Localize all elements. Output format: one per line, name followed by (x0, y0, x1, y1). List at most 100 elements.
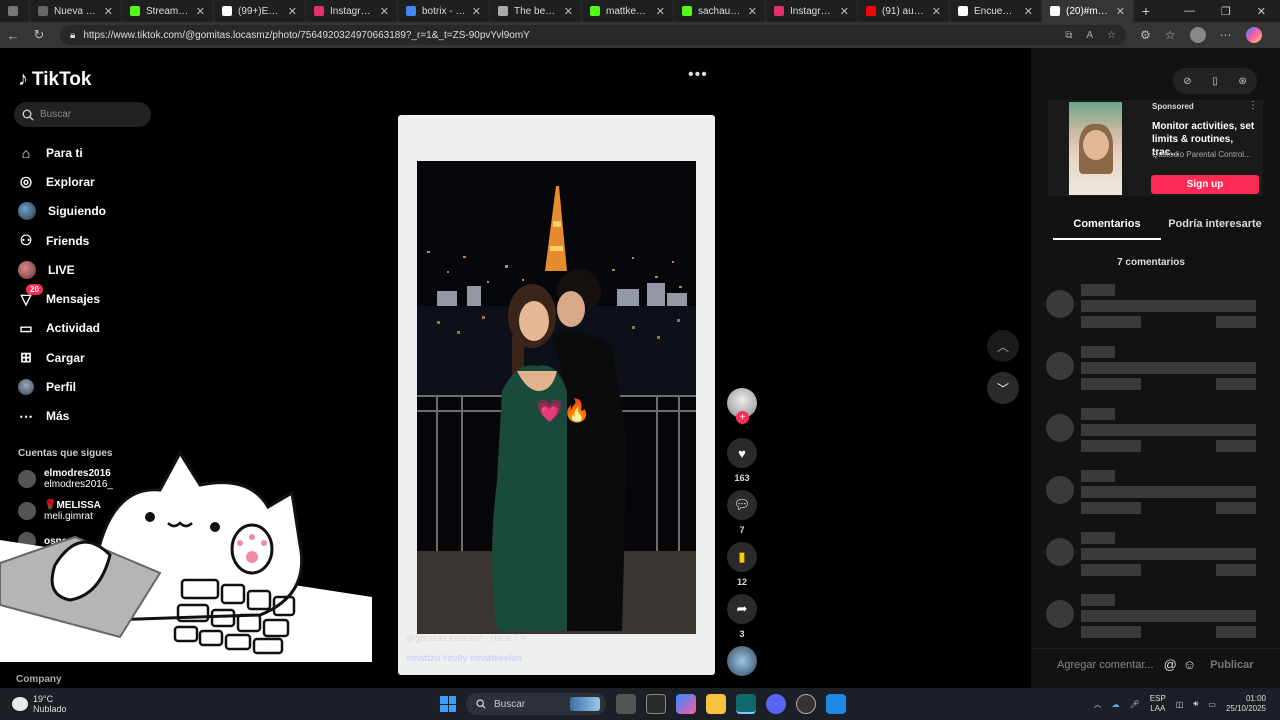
tab-podria-interesarte[interactable]: Podría interesarte (1161, 218, 1269, 240)
menu-icon[interactable]: ⋯ (1220, 28, 1232, 42)
tab-label: Instagram (330, 5, 374, 17)
like-button[interactable]: ♥ 163 (726, 438, 758, 483)
tiktok-logo[interactable]: ♪ TikTok (18, 68, 91, 91)
cloud-sync-icon[interactable]: ☁ (1112, 700, 1120, 709)
read-aloud-icon[interactable]: A (1086, 30, 1093, 41)
publish-button[interactable]: Publicar (1210, 659, 1253, 671)
sidebar-item-siguiendo[interactable]: Siguiendo (18, 197, 106, 226)
favorites-icon[interactable]: ☆ (1165, 28, 1176, 42)
discord-icon[interactable] (766, 694, 786, 714)
favorite-star-icon[interactable]: ☆ (1107, 30, 1116, 41)
post-hashtags[interactable]: #mattzu #zully #mattkeelan (406, 653, 522, 663)
scroll-down-button[interactable]: ﹀ (987, 372, 1019, 404)
emoji-icon[interactable]: ☺ (1183, 657, 1196, 672)
close-icon[interactable]: ✕ (932, 5, 941, 18)
close-icon[interactable]: ✕ (564, 5, 573, 18)
language-indicator[interactable]: ESP LAA (1150, 694, 1166, 714)
extensions-icon[interactable]: ⚙ (1140, 28, 1151, 42)
profile-avatar[interactable] (1189, 27, 1206, 43)
follow-plus-icon[interactable]: + (736, 411, 749, 424)
mention-icon[interactable]: @ (1164, 657, 1177, 672)
windows-start-icon[interactable] (440, 696, 456, 712)
copilot-icon[interactable] (1245, 27, 1262, 43)
sidebar-item-explorar[interactable]: ◎ Explorar (18, 167, 106, 196)
close-icon[interactable]: ✕ (748, 5, 757, 18)
tab-8[interactable]: sachauzumaki... ✕ (674, 0, 766, 22)
tab-3[interactable]: (99+)Encuentr... ✕ (214, 0, 306, 22)
close-icon[interactable]: ✕ (472, 5, 481, 18)
new-tab-button[interactable]: + (1134, 3, 1158, 19)
tab-6[interactable]: The best Chat... ✕ (490, 0, 582, 22)
comment-button[interactable]: 💬︎ 7 (726, 490, 758, 535)
copilot-app-icon[interactable] (676, 694, 696, 714)
sidebar-item-live[interactable]: LIVE (18, 255, 106, 284)
tab-4[interactable]: Instagram ✕ (306, 0, 398, 22)
tab-comentarios[interactable]: Comentarios (1053, 218, 1161, 240)
creator-avatar-button[interactable]: + (726, 388, 758, 424)
close-icon[interactable]: ✕ (1116, 5, 1125, 18)
ad-more-icon[interactable]: ⋮ (1248, 100, 1258, 111)
tab-0[interactable] (0, 0, 30, 22)
clock[interactable]: 01:00 25/10/2025 (1226, 694, 1266, 714)
sidebar-item-perfil[interactable]: Perfil (18, 372, 106, 401)
chrome-icon[interactable] (796, 694, 816, 714)
tab-11[interactable]: Encuentra 'CO... ✕ (950, 0, 1042, 22)
close-icon[interactable]: ✕ (104, 5, 113, 18)
close-icon[interactable]: ✕ (840, 5, 849, 18)
scroll-up-button[interactable]: ︿ (987, 330, 1019, 362)
sidebar-item-cargar[interactable]: ⊞ Cargar (18, 343, 106, 372)
chevron-up-icon[interactable]: ︿ (1094, 699, 1102, 710)
close-icon[interactable]: ✕ (380, 5, 389, 18)
open-app-icon[interactable]: ⧉ (1065, 30, 1072, 41)
account-icon[interactable]: ⊛ (1238, 76, 1246, 87)
device-icon[interactable]: ▯ (1212, 76, 1218, 87)
post-card[interactable]: @gomitas.locasmz · Hace 7 h #mattzu #zul… (398, 115, 715, 675)
close-window-icon[interactable]: ✕ (1257, 5, 1266, 18)
post-author[interactable]: @gomitas.locasmz · Hace 7 h (406, 633, 526, 643)
ad-signup-button[interactable]: Sign up (1151, 175, 1259, 194)
microphone-icon[interactable]: 🎤︎ (1130, 700, 1140, 709)
tab-5[interactable]: botrix - Búsqu... ✕ (398, 0, 490, 22)
sidebar-item-para-ti[interactable]: ⌂ Para ti (18, 138, 106, 167)
share-button[interactable]: ➦ 3 (726, 594, 758, 639)
store-icon[interactable] (646, 694, 666, 714)
search-input[interactable]: Buscar (14, 102, 151, 127)
volume-icon[interactable]: 🔊︎ (1193, 699, 1198, 709)
close-icon[interactable]: ✕ (196, 5, 205, 18)
sponsored-ad[interactable]: Sponsored ⋮ Monitor activities, set limi… (1048, 100, 1263, 196)
url-field[interactable]: 🔒︎ https://www.tiktok.com/@gomitas.locas… (60, 25, 1126, 45)
comment-skeleton (1046, 470, 1266, 526)
tab-1[interactable]: Nueva pestaña ✕ (30, 0, 122, 22)
minimize-icon[interactable]: — (1184, 5, 1195, 18)
reload-icon[interactable]: ↻ (26, 27, 52, 43)
comment-input[interactable]: Agregar comentar... (1057, 659, 1154, 671)
sidebar-item-mas[interactable]: ⋯ Más (18, 402, 106, 431)
task-view-icon[interactable] (616, 694, 636, 714)
tab-7[interactable]: mattkeelan Str... ✕ (582, 0, 674, 22)
tab-10[interactable]: (91) audio FU... ✕ (858, 0, 950, 22)
tab-12[interactable]: (20)#mattzu #... ✕ (1042, 0, 1134, 22)
tab-9[interactable]: Instagram ✕ (766, 0, 858, 22)
app-icon[interactable] (826, 694, 846, 714)
back-icon[interactable]: ← (0, 28, 26, 43)
sidebar-item-friends[interactable]: ⚇ Friends (18, 226, 106, 255)
taskbar-search[interactable]: Buscar (466, 693, 606, 715)
edge-icon[interactable] (736, 694, 756, 714)
file-explorer-icon[interactable] (706, 694, 726, 714)
more-options-icon[interactable]: ••• (688, 66, 708, 84)
close-icon[interactable]: ✕ (656, 5, 665, 18)
close-icon[interactable]: ✕ (288, 5, 297, 18)
maximize-icon[interactable]: ❐ (1221, 5, 1231, 18)
weather-widget[interactable]: 19°C Nublado (12, 694, 192, 714)
save-button[interactable]: ▮ 12 (726, 542, 758, 587)
footer-company-link[interactable]: Company (16, 674, 62, 685)
tab-label: (20)#mattzu #... (1066, 5, 1110, 17)
sidebar-item-mensajes[interactable]: ▽ 20 Mensajes (18, 284, 106, 313)
battery-icon[interactable]: ▭ (1208, 700, 1216, 709)
tab-2[interactable]: Stream - Kick ✕ (122, 0, 214, 22)
compass-small-icon[interactable]: ⊘ (1183, 76, 1191, 87)
close-icon[interactable]: ✕ (1024, 5, 1033, 18)
sidebar-item-actividad[interactable]: ▭ Actividad (18, 314, 106, 343)
sound-disc-button[interactable] (726, 646, 758, 676)
wifi-icon[interactable]: ◫ (1176, 700, 1184, 709)
